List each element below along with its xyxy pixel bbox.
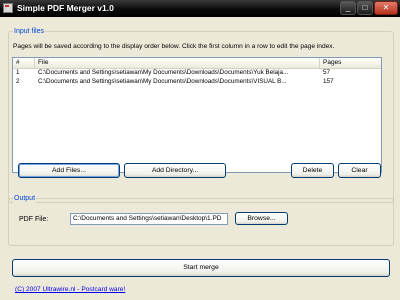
row-index[interactable]: 2	[13, 78, 35, 86]
column-header-file[interactable]: File	[35, 58, 320, 68]
start-merge-button[interactable]: Start merge	[12, 259, 390, 277]
column-header-index[interactable]: #	[13, 58, 35, 68]
delete-button[interactable]: Delete	[291, 163, 334, 178]
file-list[interactable]: # File Pages 1 C:\Documents and Settings…	[12, 57, 382, 173]
add-directory-button[interactable]: Add Directory...	[124, 163, 226, 178]
app-icon	[3, 3, 13, 13]
maximize-button[interactable]: □	[357, 1, 373, 15]
title-bar[interactable]: Simple PDF Merger v1.0 _ □ ✕	[0, 0, 400, 17]
input-info-text: Pages will be saved according to the dis…	[13, 43, 335, 50]
row-index[interactable]: 1	[13, 69, 35, 77]
pdf-file-label: PDF File:	[19, 216, 49, 223]
pdf-file-field[interactable]: C:\Documents and Settings\setiawan\Deskt…	[70, 213, 228, 225]
row-page-count: 157	[323, 78, 334, 85]
browse-button[interactable]: Browse...	[235, 212, 288, 225]
minimize-button[interactable]: _	[340, 1, 356, 15]
footer-link[interactable]: (C) 2007 Ultrawire.nl - Postcard ware!	[15, 285, 125, 294]
add-files-button[interactable]: Add Files...	[18, 163, 120, 178]
table-row[interactable]: 2 C:\Documents and Settings\setiawan\My …	[13, 78, 381, 86]
row-file-path: C:\Documents and Settings\setiawan\My Do…	[38, 69, 289, 76]
output-legend: Output	[13, 194, 37, 203]
client-area: Input files Pages will be saved accordin…	[2, 17, 398, 298]
clear-button[interactable]: Clear	[338, 163, 381, 178]
row-file-path: C:\Documents and Settings\setiawan\My Do…	[38, 78, 287, 85]
window-title: Simple PDF Merger v1.0	[17, 3, 114, 13]
input-files-legend: Input files	[13, 27, 45, 36]
row-page-count: 57	[323, 69, 331, 76]
file-list-header: # File Pages	[13, 58, 381, 69]
table-row[interactable]: 1 C:\Documents and Settings\setiawan\My …	[13, 69, 381, 77]
close-button[interactable]: ✕	[374, 1, 398, 15]
column-header-pages[interactable]: Pages	[320, 58, 381, 68]
